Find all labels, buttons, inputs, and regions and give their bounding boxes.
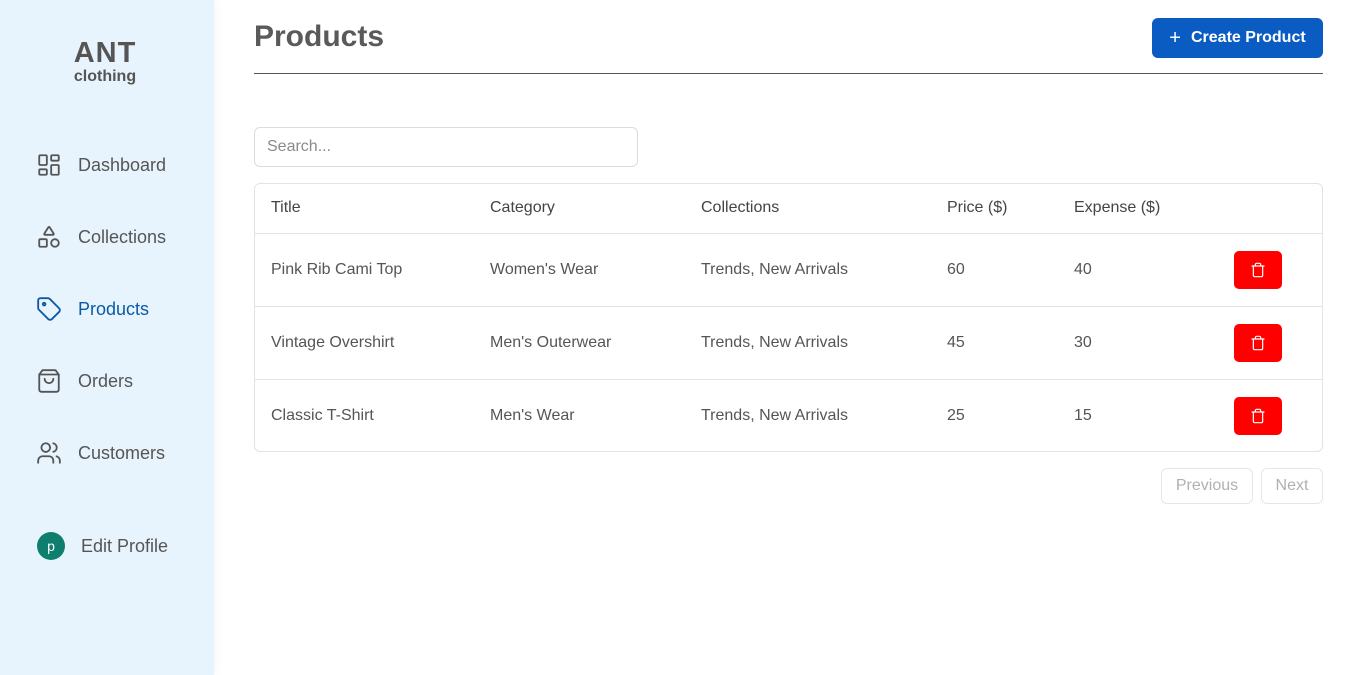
- sidebar-item-products[interactable]: Products: [36, 295, 149, 323]
- edit-profile-link[interactable]: p Edit Profile: [37, 532, 168, 560]
- product-title-cell[interactable]: Classic T-Shirt: [255, 379, 490, 451]
- table-row[interactable]: Pink Rib Cami Top Women's Wear Trends, N…: [255, 233, 1322, 307]
- tag-icon: [37, 297, 61, 321]
- table-row[interactable]: Classic T-Shirt Men's Wear Trends, New A…: [255, 379, 1322, 451]
- price-cell: 25: [947, 406, 965, 424]
- sidebar-item-label: Products: [78, 298, 150, 319]
- trash-icon: [1251, 408, 1265, 424]
- shapes-icon: [38, 225, 60, 248]
- category-cell: Men's Wear: [490, 406, 575, 424]
- next-page-button[interactable]: Next: [1261, 468, 1323, 504]
- sidebar-item-label: Dashboard: [78, 154, 167, 175]
- column-header-collections[interactable]: Collections: [701, 184, 947, 234]
- actions-cell: [1234, 306, 1322, 380]
- table-header-row: Title Category Collections Price ($) Exp…: [255, 184, 1322, 234]
- expense-cell: 30: [1074, 306, 1234, 380]
- sidebar-item-label: Customers: [78, 442, 166, 463]
- brand-tagline: clothing: [73, 68, 137, 85]
- create-product-label: Create Product: [1190, 29, 1306, 46]
- category-cell: Women's Wear: [490, 233, 701, 307]
- product-title-cell[interactable]: Pink Rib Cami Top: [255, 233, 490, 307]
- collections-cell: Trends, New Arrivals: [701, 406, 848, 424]
- sidebar-item-collections[interactable]: Collections: [36, 223, 166, 251]
- column-header-actions: [1234, 184, 1322, 234]
- column-header-title[interactable]: Title: [255, 184, 490, 234]
- shopping-bag-icon: [38, 369, 60, 393]
- trash-icon: [1251, 335, 1265, 350]
- header-divider: [254, 73, 1323, 74]
- create-product-button[interactable]: + Create Product: [1152, 18, 1323, 58]
- search-input[interactable]: [254, 127, 638, 167]
- category-cell: Men's Outerwear: [490, 306, 701, 380]
- actions-cell: [1234, 233, 1322, 307]
- trash-icon: [1251, 262, 1265, 277]
- sidebar-item-orders[interactable]: Orders: [36, 367, 133, 395]
- collections-cell: Trends, New Arrivals: [701, 233, 947, 307]
- expense-cell: 40: [1074, 233, 1234, 307]
- plus-icon: +: [1169, 27, 1181, 49]
- actions-cell: [1234, 379, 1322, 451]
- price-cell: 45: [947, 306, 1074, 380]
- brand-logo[interactable]: ANT clothing: [0, 38, 210, 86]
- page-title: Products: [254, 20, 385, 53]
- brand-name: ANT: [73, 37, 137, 69]
- column-header-category[interactable]: Category: [490, 184, 701, 234]
- delete-button[interactable]: [1234, 396, 1282, 435]
- dashboard-icon: [38, 154, 60, 176]
- delete-button[interactable]: [1234, 250, 1282, 289]
- table-row[interactable]: Vintage Overshirt Men's Outerwear Trends…: [255, 306, 1322, 380]
- sidebar: ANT clothing Dashboard Collections Produ…: [0, 0, 214, 675]
- column-header-expense[interactable]: Expense ($): [1074, 184, 1234, 234]
- column-header-price[interactable]: Price ($): [947, 184, 1074, 234]
- users-icon: [37, 442, 61, 464]
- edit-profile-label: Edit Profile: [81, 535, 169, 556]
- products-table: Title Category Collections Price ($) Exp…: [254, 183, 1323, 452]
- sidebar-item-dashboard[interactable]: Dashboard: [36, 151, 166, 179]
- avatar: p: [37, 532, 65, 560]
- main-content: Products + Create Product Title Category…: [214, 0, 1363, 675]
- sidebar-item-label: Collections: [78, 226, 167, 247]
- sidebar-item-customers[interactable]: Customers: [36, 439, 165, 467]
- expense-cell: 15: [1074, 406, 1092, 424]
- product-title-cell[interactable]: Vintage Overshirt: [255, 306, 490, 380]
- previous-page-button[interactable]: Previous: [1161, 468, 1253, 504]
- delete-button[interactable]: [1234, 323, 1282, 362]
- sidebar-item-label: Orders: [78, 370, 134, 391]
- price-cell: 60: [947, 233, 1074, 307]
- collections-cell: Trends, New Arrivals: [701, 306, 947, 380]
